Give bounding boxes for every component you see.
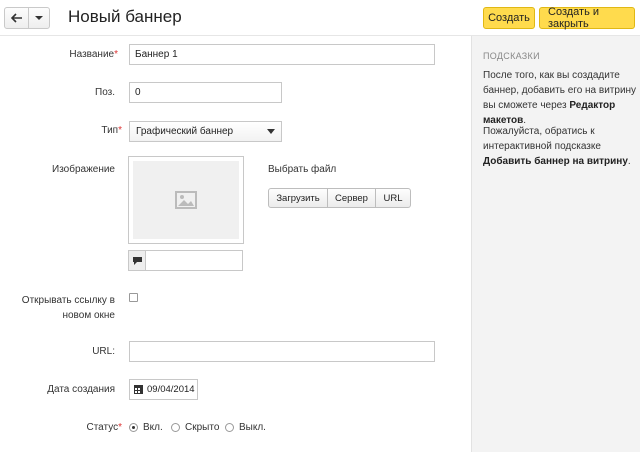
required-mark: * [114, 49, 118, 60]
status-option-label: Выкл. [239, 422, 266, 433]
radio-icon [171, 423, 180, 432]
name-label-text: Название [69, 49, 115, 60]
created-date-input[interactable]: 09/04/2014 [129, 379, 198, 400]
open-link-label: Открывать ссылку в новом окне [22, 293, 115, 323]
url-input[interactable] [129, 341, 435, 362]
position-input[interactable]: 0 [129, 82, 282, 103]
back-button[interactable] [5, 8, 29, 28]
image-placeholder [133, 161, 239, 239]
name-input[interactable]: Баннер 1 [129, 44, 435, 65]
hint-text: Пожалуйста, обратись к интерактивной под… [483, 124, 637, 169]
url-label: URL: [92, 346, 115, 357]
choose-file-label: Выбрать файл [268, 164, 337, 175]
type-select[interactable]: Графический баннер [129, 121, 282, 142]
image-caption-input[interactable] [128, 250, 243, 271]
arrow-back-icon [10, 13, 22, 23]
open-link-label-line1: Открывать ссылку в [21, 295, 115, 306]
image-placeholder-icon [175, 191, 197, 209]
type-select-value: Графический баннер [136, 126, 234, 137]
created-date-label: Дата создания [47, 384, 115, 395]
back-dropdown-button[interactable] [29, 8, 49, 28]
status-option-label: Вкл. [143, 422, 163, 433]
image-preview[interactable] [128, 156, 244, 244]
open-new-window-checkbox[interactable] [129, 293, 138, 302]
status-radio-hidden[interactable]: Скрыто [171, 422, 219, 433]
required-mark: * [118, 125, 122, 136]
create-and-close-button[interactable]: Создать и закрыть [539, 6, 635, 30]
name-label: Название* [69, 49, 118, 60]
hint-text-part: Пожалуйста, обратись к интерактивной под… [483, 126, 601, 152]
radio-selected-icon [129, 423, 138, 432]
status-label-text: Статус [86, 422, 119, 433]
create-button[interactable]: Создать [483, 7, 535, 29]
file-source-buttons: Загрузить Сервер URL [268, 188, 411, 208]
hint-text-part: . [627, 156, 631, 167]
caret-down-icon [35, 16, 43, 20]
calendar-icon [130, 380, 147, 399]
image-label: Изображение [52, 164, 115, 175]
hints-title: ПОДСКАЗКИ [483, 51, 540, 61]
open-link-label-line2: новом окне [62, 310, 115, 321]
radio-icon [225, 423, 234, 432]
hints-sidebar: ПОДСКАЗКИ После того, как вы создадите б… [471, 36, 640, 452]
type-label: Тип* [101, 125, 122, 136]
caret-down-icon [267, 129, 275, 134]
status-radio-on[interactable]: Вкл. [129, 422, 163, 433]
position-label: Поз. [95, 87, 115, 98]
server-button[interactable]: Сервер [328, 189, 376, 207]
page-title: Новый баннер [68, 7, 182, 26]
upload-button[interactable]: Загрузить [269, 189, 328, 207]
status-radio-off[interactable]: Выкл. [225, 422, 266, 433]
required-mark: * [118, 422, 122, 433]
add-banner-hint-link: Добавить баннер на витрину [483, 156, 628, 167]
created-date-value: 09/04/2014 [147, 384, 195, 395]
comment-icon [129, 251, 146, 270]
type-label-text: Тип [101, 125, 119, 136]
status-label: Статус* [86, 422, 122, 433]
status-option-label: Скрыто [185, 422, 220, 433]
back-button-group [4, 7, 50, 29]
header: Новый баннер Создать Создать и закрыть [0, 0, 640, 36]
hint-text: После того, как вы создадите баннер, доб… [483, 68, 637, 128]
url-button[interactable]: URL [376, 189, 410, 207]
